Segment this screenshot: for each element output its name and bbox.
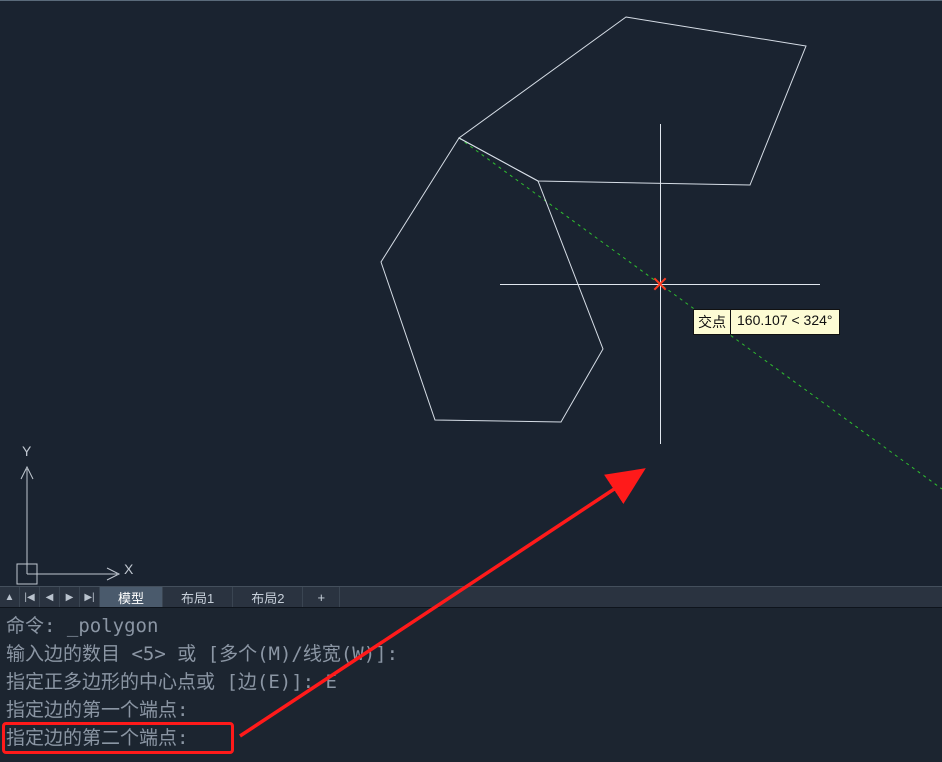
cmd-prompt-line: 指定边的第二个端点: [6, 724, 936, 752]
pentagon-bottom [381, 138, 603, 422]
layout-tabbar: ▲ |◀ ◀ ▶ ▶| 模型 布局1 布局2 + [0, 586, 942, 608]
tabnav-up-button[interactable]: ▲ [0, 587, 20, 607]
cmd-history-line: 命令: _polygon [6, 612, 936, 640]
tabnav-first-button[interactable]: |◀ [20, 587, 40, 607]
tabnav-prev-button[interactable]: ◀ [40, 587, 60, 607]
tab-layout1[interactable]: 布局1 [163, 587, 233, 607]
snap-intersection-marker [653, 277, 667, 291]
command-window[interactable]: 命令: _polygon 输入边的数目 <5> 或 [多个(M)/线宽(W)]:… [0, 608, 942, 762]
tab-model[interactable]: 模型 [100, 587, 163, 607]
dynamic-input-tooltip: 交点 160.107 < 324° [693, 309, 840, 335]
cmd-history-line: 输入边的数目 <5> 或 [多个(M)/线宽(W)]: [6, 640, 936, 668]
tab-layout2[interactable]: 布局2 [233, 587, 303, 607]
tab-add-button[interactable]: + [303, 587, 340, 607]
cmd-history-line: 指定正多边形的中心点或 [边(E)]: E [6, 668, 936, 696]
pentagon-top [459, 17, 806, 185]
polar-coordinate-readout: 160.107 < 324° [731, 309, 840, 335]
tracking-line [459, 138, 942, 489]
tabnav-last-button[interactable]: ▶| [80, 587, 100, 607]
drawing-canvas[interactable]: 交点 160.107 < 324° Y X [0, 0, 942, 586]
cmd-history-line: 指定边的第一个端点: [6, 696, 936, 724]
tabnav-next-button[interactable]: ▶ [60, 587, 80, 607]
snap-type-label: 交点 [693, 309, 731, 335]
ucs-x-label: X [124, 561, 133, 577]
ucs-icon: Y X [12, 449, 142, 589]
ucs-y-label: Y [22, 443, 31, 459]
